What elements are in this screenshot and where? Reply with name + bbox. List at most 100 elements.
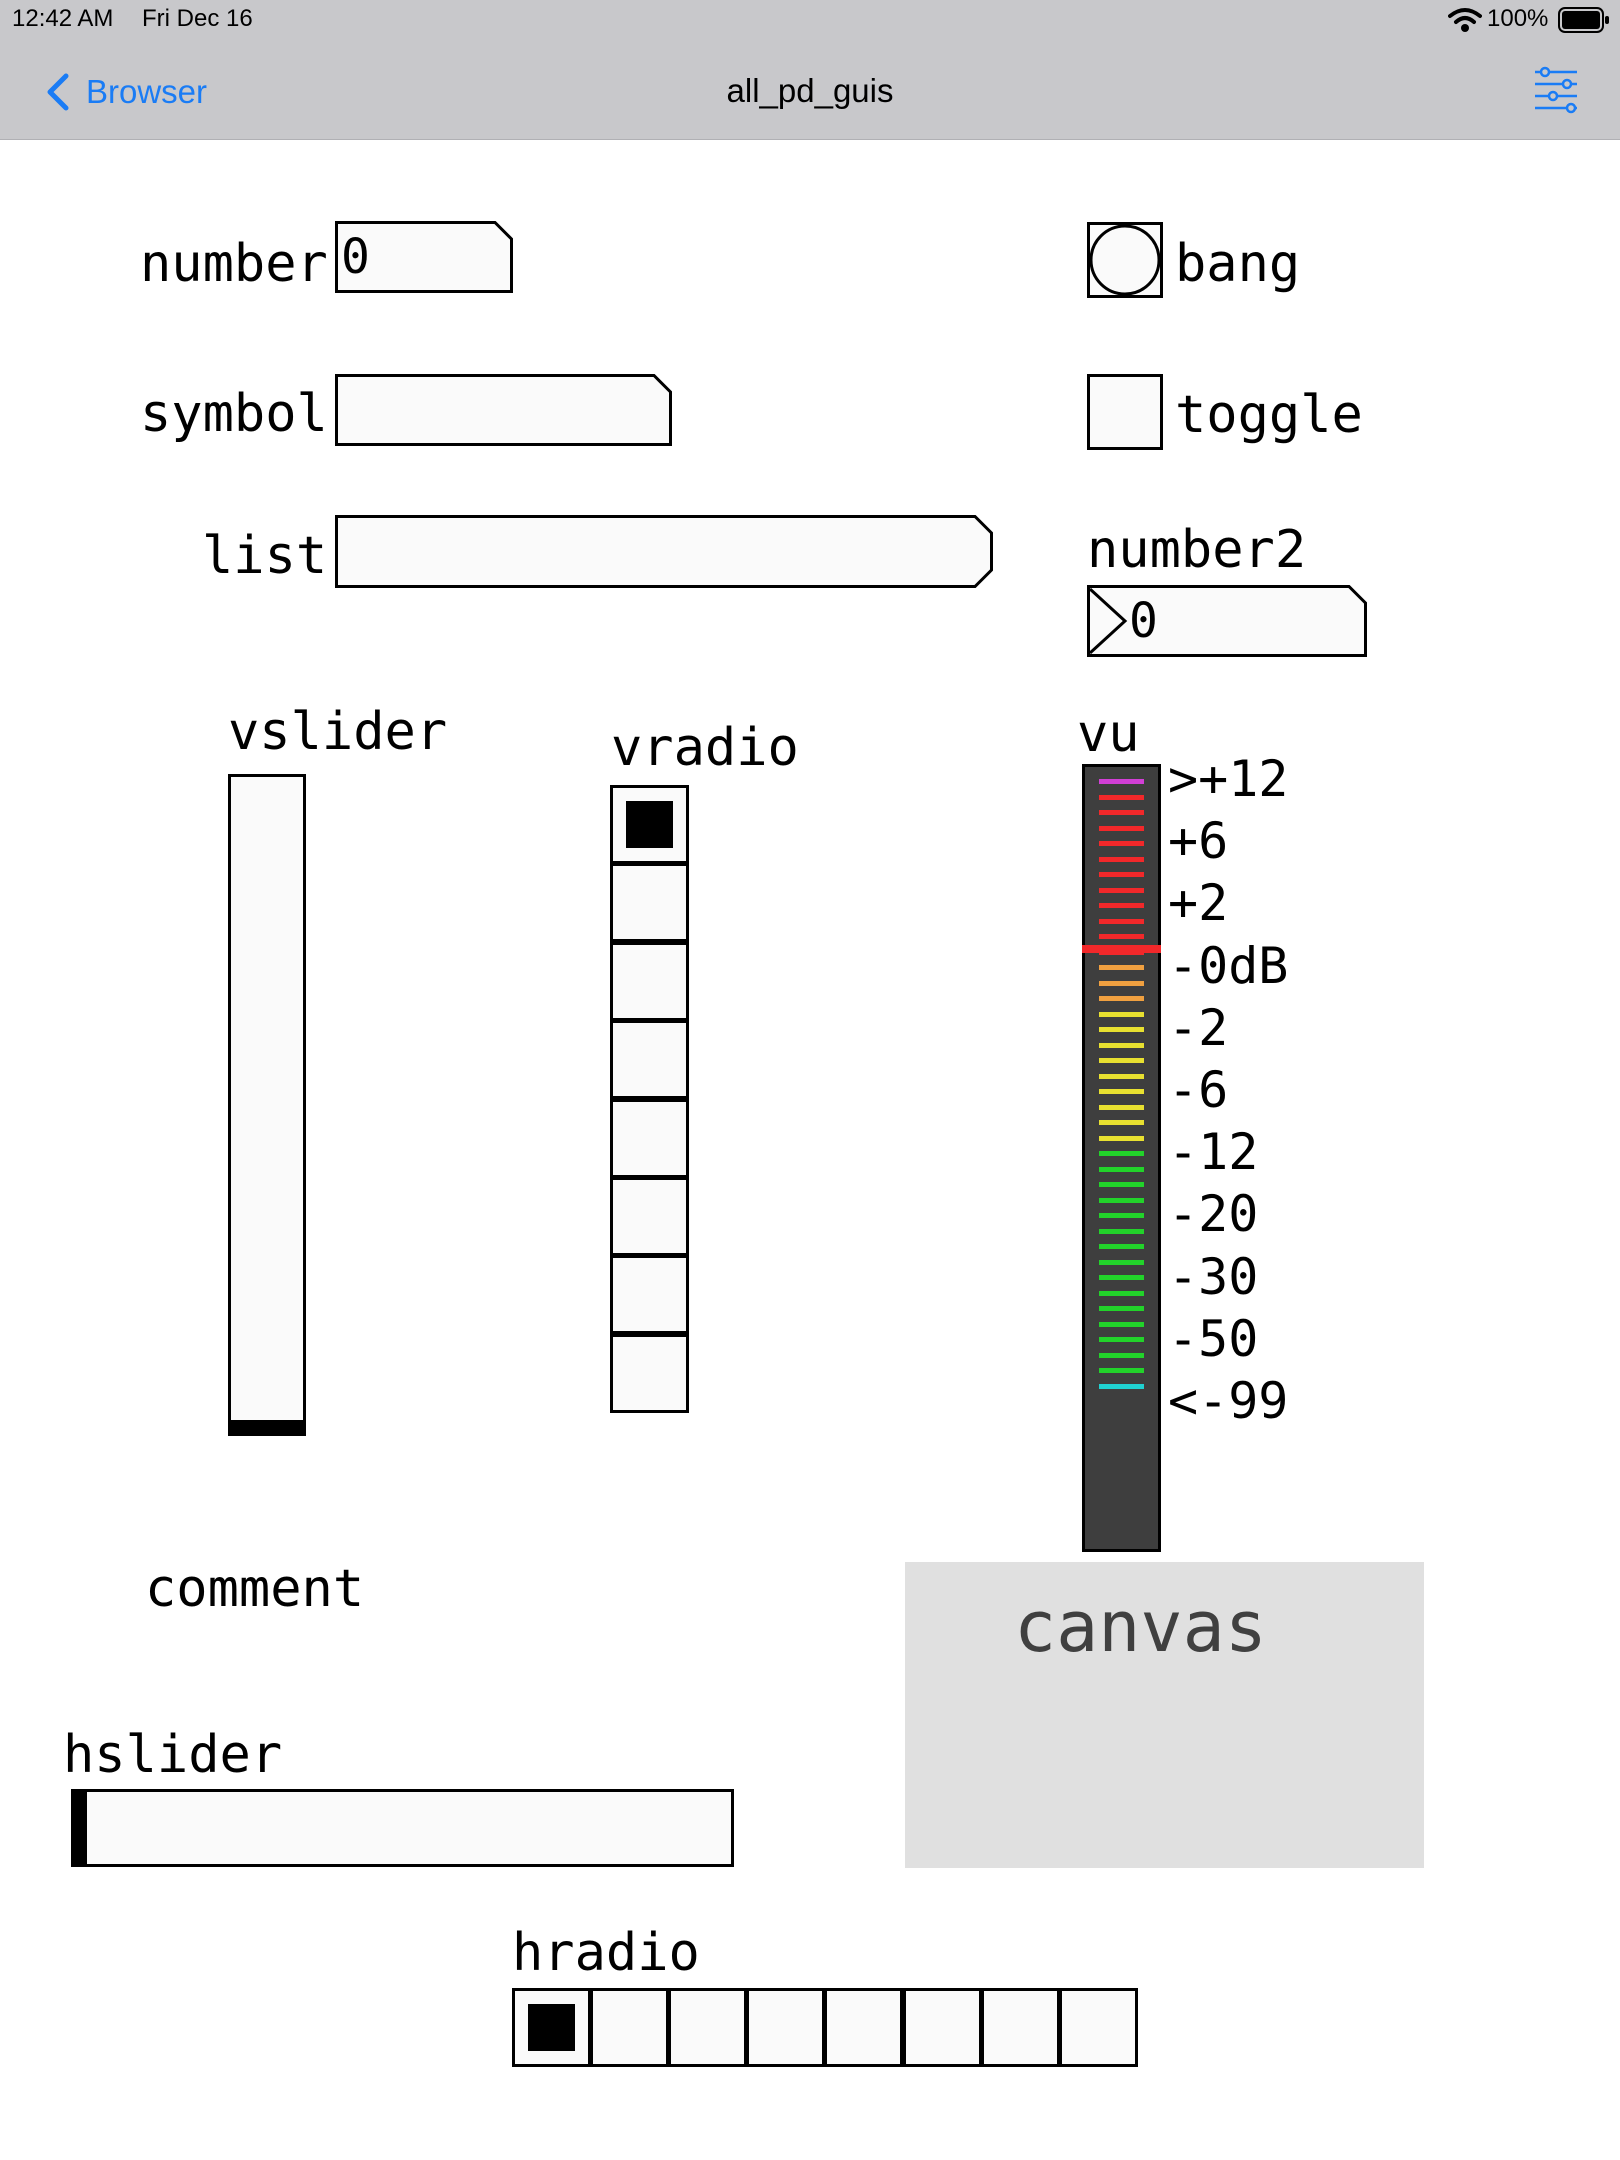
vu-scale-label: +6 xyxy=(1168,812,1229,870)
vu-segment xyxy=(1099,1229,1144,1234)
sliders-icon[interactable] xyxy=(1533,66,1579,116)
vu-scale: >+12 +6 +2 -0dB -2 -6 -12 -20 -30 -50 <-99 xyxy=(1168,754,1328,1574)
vu-segment xyxy=(1099,996,1144,1001)
vu-label: vu xyxy=(1077,704,1140,764)
vu-segment xyxy=(1099,795,1144,800)
vu-segment xyxy=(1099,1089,1144,1094)
vu-segment xyxy=(1099,888,1144,893)
hradio-cell[interactable] xyxy=(1059,1988,1138,2067)
hradio-label: hradio xyxy=(512,1923,700,1983)
vradio-cell[interactable] xyxy=(610,1020,689,1099)
vradio-selected-marker xyxy=(626,801,673,848)
wifi-icon xyxy=(1448,6,1482,34)
vu-segment xyxy=(1099,965,1144,970)
vu-segment xyxy=(1099,1182,1144,1187)
vu-segment xyxy=(1099,1120,1144,1125)
vu-scale-label: -50 xyxy=(1168,1310,1259,1368)
hradio-cell[interactable] xyxy=(824,1988,903,2067)
vu-segment xyxy=(1099,857,1144,862)
vu-segment xyxy=(1099,1353,1144,1358)
canvas-label: canvas xyxy=(1014,1586,1267,1668)
vu-segment xyxy=(1099,1043,1144,1048)
vu-segment xyxy=(1099,1306,1144,1311)
hradio-cell[interactable] xyxy=(903,1988,982,2067)
toggle-box[interactable] xyxy=(1087,374,1163,450)
patch-canvas: number 0 symbol list bang toggle number2 xyxy=(0,140,1620,2160)
number2-box[interactable]: 0 xyxy=(1087,585,1367,657)
vu-segment xyxy=(1099,1337,1144,1342)
vradio xyxy=(610,785,689,1417)
vu-scale-label: <-99 xyxy=(1168,1372,1289,1430)
vu-meter xyxy=(1082,764,1161,1552)
symbol-box[interactable] xyxy=(335,374,672,446)
vu-peak-indicator xyxy=(1082,945,1161,953)
number-value: 0 xyxy=(341,229,370,285)
vu-scale-label: -30 xyxy=(1168,1248,1259,1306)
vu-segment xyxy=(1099,779,1144,784)
bang-button[interactable] xyxy=(1087,222,1163,298)
vu-segment xyxy=(1099,1291,1144,1296)
vu-scale-label: -20 xyxy=(1168,1185,1259,1243)
status-date: Fri Dec 16 xyxy=(142,5,253,32)
hradio-cell[interactable] xyxy=(668,1988,747,2067)
vu-scale-label: +2 xyxy=(1168,874,1229,932)
vu-segment xyxy=(1099,1260,1144,1265)
hradio xyxy=(512,1988,1138,2067)
vu-segment xyxy=(1099,1012,1144,1017)
vu-segment xyxy=(1099,841,1144,846)
vradio-cell[interactable] xyxy=(610,1255,689,1334)
vu-segment xyxy=(1099,1244,1144,1249)
list-box[interactable] xyxy=(335,515,993,588)
bang-circle-icon xyxy=(1089,224,1161,296)
vu-segment xyxy=(1099,1198,1144,1203)
vradio-cell[interactable] xyxy=(610,785,689,864)
vu-segment xyxy=(1099,1105,1144,1110)
vradio-cell[interactable] xyxy=(610,1099,689,1178)
vslider[interactable] xyxy=(228,774,306,1436)
vu-segment xyxy=(1099,903,1144,908)
hradio-cell[interactable] xyxy=(512,1988,591,2067)
vslider-knob[interactable] xyxy=(228,1420,306,1436)
number2-value: 0 xyxy=(1129,593,1158,649)
vu-segment xyxy=(1099,919,1144,924)
number-label: number xyxy=(140,234,328,294)
bang-label: bang xyxy=(1175,234,1301,294)
vu-segment xyxy=(1099,826,1144,831)
vradio-cell[interactable] xyxy=(610,1334,689,1413)
vu-scale-label: -2 xyxy=(1168,999,1229,1057)
toggle-label: toggle xyxy=(1175,385,1363,445)
status-time: 12:42 AM xyxy=(12,5,114,32)
battery-percent: 100% xyxy=(1487,5,1549,32)
canvas-object: canvas xyxy=(905,1562,1424,1868)
hslider-label: hslider xyxy=(63,1725,283,1785)
symbol-label: symbol xyxy=(140,384,328,444)
vu-segment xyxy=(1099,1058,1144,1063)
hradio-cell[interactable] xyxy=(981,1988,1060,2067)
number2-label: number2 xyxy=(1087,520,1307,580)
list-label: list xyxy=(202,526,328,586)
vu-segment xyxy=(1099,1322,1144,1327)
vradio-cell[interactable] xyxy=(610,1177,689,1256)
vu-scale-label: -12 xyxy=(1168,1123,1259,1181)
hslider-knob[interactable] xyxy=(71,1789,87,1867)
vu-segment xyxy=(1099,1167,1144,1172)
hradio-cell[interactable] xyxy=(590,1988,669,2067)
vradio-cell[interactable] xyxy=(610,942,689,1021)
comment-text: comment xyxy=(145,1559,365,1619)
vu-segment xyxy=(1099,1136,1144,1141)
hradio-cell[interactable] xyxy=(746,1988,825,2067)
vradio-cell[interactable] xyxy=(610,863,689,942)
vu-scale-label: >+12 xyxy=(1168,750,1289,808)
vu-segment xyxy=(1099,934,1144,939)
vu-segment xyxy=(1099,1368,1144,1373)
vu-scale-label: -6 xyxy=(1168,1061,1229,1119)
vu-segment xyxy=(1099,1384,1144,1389)
vu-segment xyxy=(1099,981,1144,986)
vu-segment xyxy=(1099,1027,1144,1032)
number-box[interactable]: 0 xyxy=(335,221,513,293)
hslider[interactable] xyxy=(71,1789,734,1867)
hradio-selected-marker xyxy=(528,2004,575,2051)
vu-segment xyxy=(1099,1275,1144,1280)
vu-scale-label: -0dB xyxy=(1168,937,1289,995)
vu-segment xyxy=(1099,872,1144,877)
